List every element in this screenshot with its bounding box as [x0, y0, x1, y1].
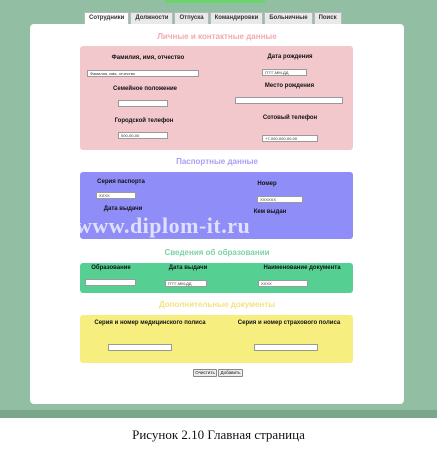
mobile-phone-label: Сотовый телефон	[262, 115, 318, 121]
fio-label: Фамилия, имя, отчество	[111, 55, 185, 61]
birth-date-label: Дата рождения	[267, 54, 313, 60]
education-issue-date-label: Дата выдачи	[168, 265, 208, 271]
tab-business-trips[interactable]: Командировки	[209, 12, 264, 24]
tab-sick-leaves[interactable]: Больничные	[264, 12, 313, 24]
education-issue-date-input[interactable]: ГГГГ-ММ-ДД	[165, 280, 207, 287]
tab-search[interactable]: Поиск	[313, 12, 342, 24]
education-label: Образование	[91, 265, 131, 271]
watermark-text: www.diplom-it.ru	[76, 213, 251, 238]
mobile-phone-input[interactable]: +7-000-000-00-00	[262, 135, 318, 142]
tab-positions[interactable]: Должности	[130, 12, 174, 24]
clear-button[interactable]: Очистить	[193, 369, 217, 377]
education-input[interactable]	[85, 279, 136, 286]
birth-place-input[interactable]	[235, 97, 343, 104]
passport-series-input[interactable]: XXXX	[96, 192, 136, 199]
education-section-title: Сведения об образовании	[164, 248, 270, 257]
family-status-input[interactable]	[118, 100, 168, 107]
birth-place-label: Место рождения	[264, 83, 315, 89]
personal-section-title: Личные и контактные данные	[157, 32, 277, 41]
figure-caption: Рисунок 2.10 Главная страница	[132, 427, 305, 442]
birth-date-input[interactable]: ГГГГ-ММ-ДД	[262, 69, 307, 76]
personal-section: Фамилия, имя, отчество Фамилия, имя, отч…	[80, 46, 353, 150]
passport-section-title: Паспортные данные	[176, 157, 258, 166]
top-accent-stripe	[165, 0, 265, 3]
passport-issue-date-label: Дата выдачи	[103, 206, 143, 212]
doc-name-input[interactable]: XXXX	[258, 280, 308, 287]
app-screenshot: Сотрудники Должности Отпуска Командировк…	[0, 0, 437, 418]
passport-issued-by-label: Кем выдан	[253, 209, 287, 215]
passport-number-input[interactable]: XXXXXX	[257, 196, 303, 203]
tab-vacations[interactable]: Отпуска	[174, 12, 209, 24]
medical-policy-input[interactable]	[108, 344, 172, 351]
additional-section: Серия и номер медицинского полиса Серия …	[80, 315, 353, 363]
education-section: Образование Дата выдачи ГГГГ-ММ-ДД Наиме…	[80, 263, 353, 293]
insurance-policy-input[interactable]	[254, 344, 318, 351]
doc-name-label: Наименование документа	[263, 265, 341, 271]
medical-policy-label: Серия и номер медицинского полиса	[94, 320, 206, 326]
city-phone-input[interactable]: 000-00-00	[118, 132, 168, 139]
insurance-policy-label: Серия и номер страхового полиса	[237, 320, 341, 326]
add-button[interactable]: Добавить	[218, 369, 243, 377]
passport-series-label: Серия паспорта	[97, 179, 145, 185]
tab-bar: Сотрудники Должности Отпуска Командировк…	[84, 12, 343, 24]
city-phone-label: Городской телефон	[114, 118, 174, 124]
additional-section-title: Дополнительные документы	[159, 300, 275, 309]
passport-number-label: Номер	[257, 181, 277, 187]
tab-employees[interactable]: Сотрудники	[84, 12, 130, 24]
main-form-panel: Личные и контактные данные Фамилия, имя,…	[30, 24, 404, 404]
bottom-taskbar	[0, 410, 437, 418]
fio-input[interactable]: Фамилия, имя, отчество	[87, 70, 199, 77]
family-status-label: Семейное положение	[113, 86, 177, 92]
